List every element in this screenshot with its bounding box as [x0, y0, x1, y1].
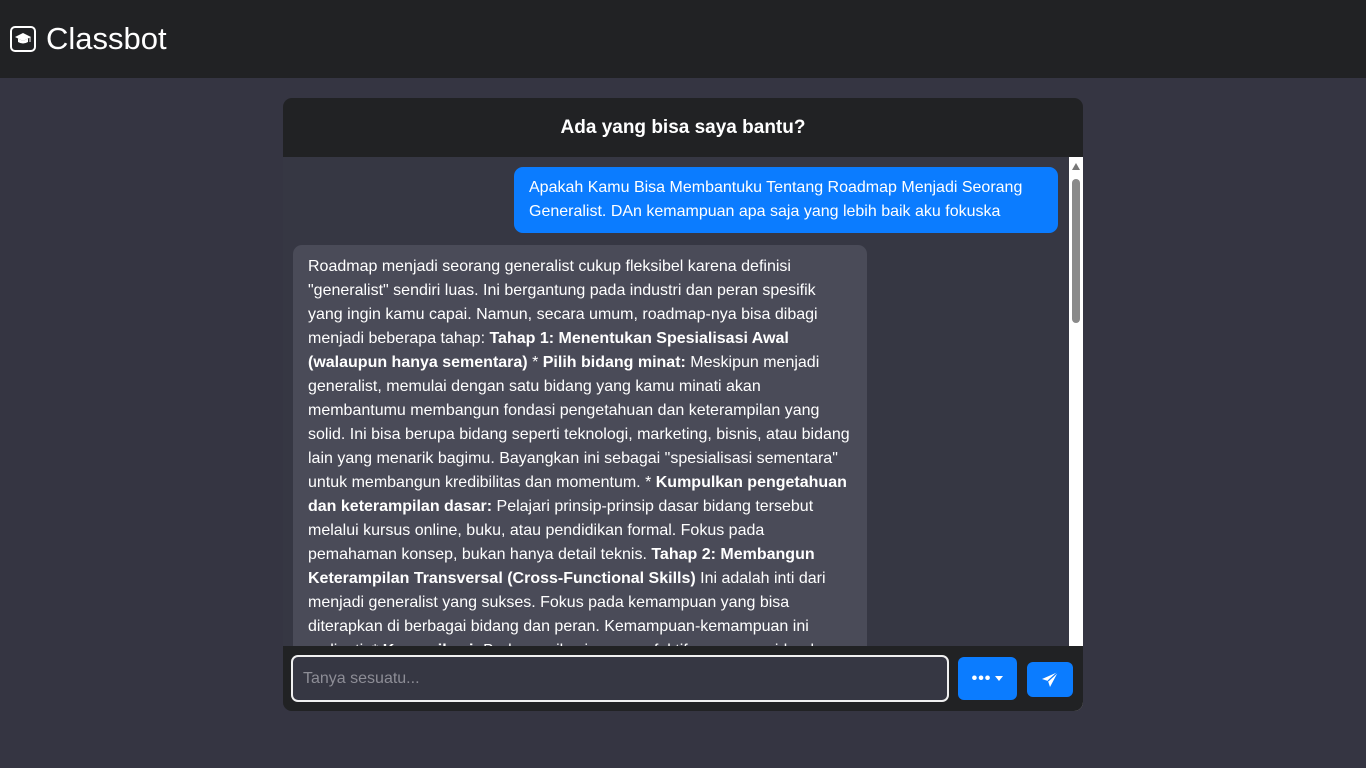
chat-input[interactable]	[291, 655, 949, 702]
chat-footer: •••	[283, 646, 1083, 711]
app-title: Classbot	[46, 21, 167, 56]
send-button[interactable]	[1027, 662, 1073, 697]
navbar: Classbot	[0, 0, 1366, 78]
scroll-thumb[interactable]	[1072, 179, 1080, 323]
chat-scrollbar[interactable]	[1069, 157, 1083, 711]
brand[interactable]: Classbot	[10, 21, 167, 57]
bot-message-segment: *	[527, 354, 543, 371]
paper-plane-icon	[1042, 671, 1059, 687]
graduation-cap-icon	[10, 26, 36, 52]
scroll-up-arrow-icon[interactable]	[1072, 163, 1080, 170]
ellipsis-icon: •••	[971, 669, 992, 687]
chat-messages: Apakah Kamu Bisa Membantuku Tentang Road…	[283, 157, 1069, 711]
caret-down-icon	[995, 676, 1004, 681]
chat-header: Ada yang bisa saya bantu?	[283, 98, 1083, 157]
user-message: Apakah Kamu Bisa Membantuku Tentang Road…	[514, 167, 1058, 233]
bot-message-segment: Pilih bidang minat:	[542, 354, 686, 371]
bot-message-segment: Meskipun menjadi generalist, memulai den…	[308, 354, 850, 491]
chat-title: Ada yang bisa saya bantu?	[560, 116, 806, 138]
chat-card: Ada yang bisa saya bantu? Apakah Kamu Bi…	[283, 98, 1083, 711]
more-options-button[interactable]: •••	[958, 657, 1017, 700]
bot-message: Roadmap menjadi seorang generalist cukup…	[293, 245, 867, 711]
